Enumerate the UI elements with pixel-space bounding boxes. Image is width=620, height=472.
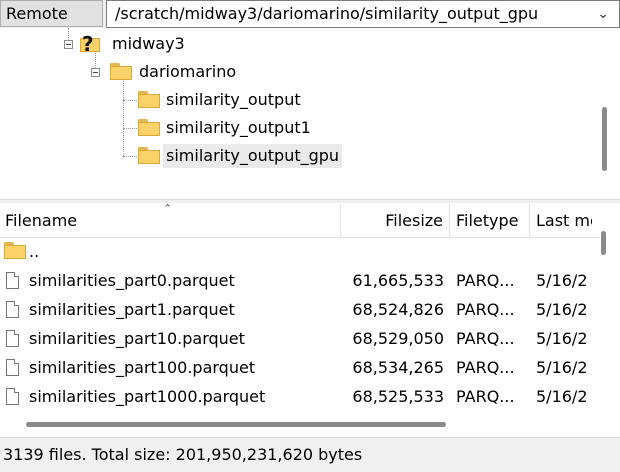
file-size: 61,665,533 [352, 271, 444, 290]
column-header-filename[interactable]: Filename [5, 204, 340, 237]
tree-connector [123, 100, 137, 101]
tree-node-label[interactable]: dariomarino [139, 60, 236, 84]
tree-node-similarity-output1[interactable]: similarity_output1 [138, 116, 338, 140]
file-name[interactable]: similarities_part100.parquet [29, 353, 255, 382]
file-size: 68,525,533 [352, 387, 444, 406]
sort-ascending-icon: ⌃ [163, 202, 173, 215]
remote-site-bar: Remote site: /scratch/midway3/dariomarin… [0, 0, 620, 48]
table-row[interactable]: similarities_part100.parquet 68,534,265 … [0, 353, 600, 382]
tree-node-label[interactable]: midway3 [112, 32, 185, 56]
tree-connector [123, 128, 137, 129]
tree-node-label[interactable]: similarity_output1 [166, 116, 311, 140]
file-name[interactable]: similarities_part1.parquet [29, 295, 235, 324]
pane-splitter[interactable] [0, 199, 620, 203]
tree-connector [123, 156, 137, 157]
question-folder-icon: ? [80, 32, 100, 56]
file-list-header: Filename ⌃ Filesize Filetype Last mo [0, 202, 600, 238]
file-type: PARQ... [456, 387, 515, 406]
remote-directory-tree: ? midway3 dariomarino similarity_output … [0, 28, 620, 198]
status-bar: 3139 files. Total size: 201,950,231,620 … [0, 437, 620, 472]
folder-icon [138, 119, 160, 136]
file-name[interactable]: similarities_part10.parquet [29, 324, 245, 353]
tree-node-midway3[interactable]: ? midway3 [60, 32, 260, 56]
list-item-parent-directory[interactable]: .. [0, 237, 600, 266]
file-list-horizontal-scrollbar-thumb[interactable] [26, 422, 446, 427]
tree-node-label[interactable]: similarity_output [166, 88, 301, 112]
remote-path-combobox[interactable]: /scratch/midway3/dariomarino/similarity_… [106, 0, 620, 28]
tree-connector [123, 78, 124, 156]
file-icon [6, 359, 19, 376]
file-icon [6, 272, 19, 289]
table-row[interactable]: similarities_part1000.parquet 68,525,533… [0, 382, 600, 411]
file-last-modified: 5/16/2 [536, 358, 588, 377]
chevron-down-icon[interactable]: ⌄ [597, 1, 609, 27]
column-divider[interactable] [529, 204, 530, 237]
folder-icon [4, 242, 26, 259]
file-last-modified: 5/16/2 [536, 271, 588, 290]
file-icon [6, 301, 19, 318]
table-row[interactable]: similarities_part0.parquet 61,665,533 PA… [0, 266, 600, 295]
tree-scrollbar-thumb[interactable] [602, 107, 607, 171]
file-type: PARQ... [456, 329, 515, 348]
column-header-filesize[interactable]: Filesize [341, 204, 443, 237]
collapse-icon[interactable] [91, 68, 100, 77]
table-row[interactable]: similarities_part1.parquet 68,524,826 PA… [0, 295, 600, 324]
file-name[interactable]: .. [29, 237, 39, 266]
remote-file-list: Filename ⌃ Filesize Filetype Last mo .. … [0, 202, 620, 436]
file-type: PARQ... [456, 300, 515, 319]
file-size: 68,529,050 [352, 329, 444, 348]
remote-site-label: Remote site: [0, 0, 103, 48]
tree-node-dariomarino[interactable]: dariomarino [88, 60, 288, 84]
file-type: PARQ... [456, 271, 515, 290]
file-icon [6, 388, 19, 405]
folder-icon [138, 91, 160, 108]
file-size: 68,524,826 [352, 300, 444, 319]
remote-path-value[interactable]: /scratch/midway3/dariomarino/similarity_… [115, 4, 538, 23]
file-type: PARQ... [456, 358, 515, 377]
file-size: 68,534,265 [352, 358, 444, 377]
table-row[interactable]: similarities_part10.parquet 68,529,050 P… [0, 324, 600, 353]
file-name[interactable]: similarities_part1000.parquet [29, 382, 265, 411]
collapse-icon[interactable] [64, 40, 73, 49]
tree-node-label[interactable]: similarity_output_gpu [163, 144, 343, 168]
file-last-modified: 5/16/2 [536, 329, 588, 348]
column-header-last-modified[interactable]: Last mo [536, 204, 592, 237]
folder-icon [110, 63, 132, 80]
tree-node-similarity-output[interactable]: similarity_output [138, 88, 338, 112]
file-last-modified: 5/16/2 [536, 387, 588, 406]
file-icon [6, 330, 19, 347]
file-list-vertical-scrollbar-thumb[interactable] [601, 231, 606, 255]
column-header-filetype[interactable]: Filetype [456, 204, 526, 237]
column-divider[interactable] [449, 204, 450, 237]
folder-icon [138, 147, 160, 164]
status-text: 3139 files. Total size: 201,950,231,620 … [3, 445, 363, 464]
tree-node-similarity-output-gpu[interactable]: similarity_output_gpu [138, 144, 343, 168]
file-last-modified: 5/16/2 [536, 300, 588, 319]
file-name[interactable]: similarities_part0.parquet [29, 266, 235, 295]
